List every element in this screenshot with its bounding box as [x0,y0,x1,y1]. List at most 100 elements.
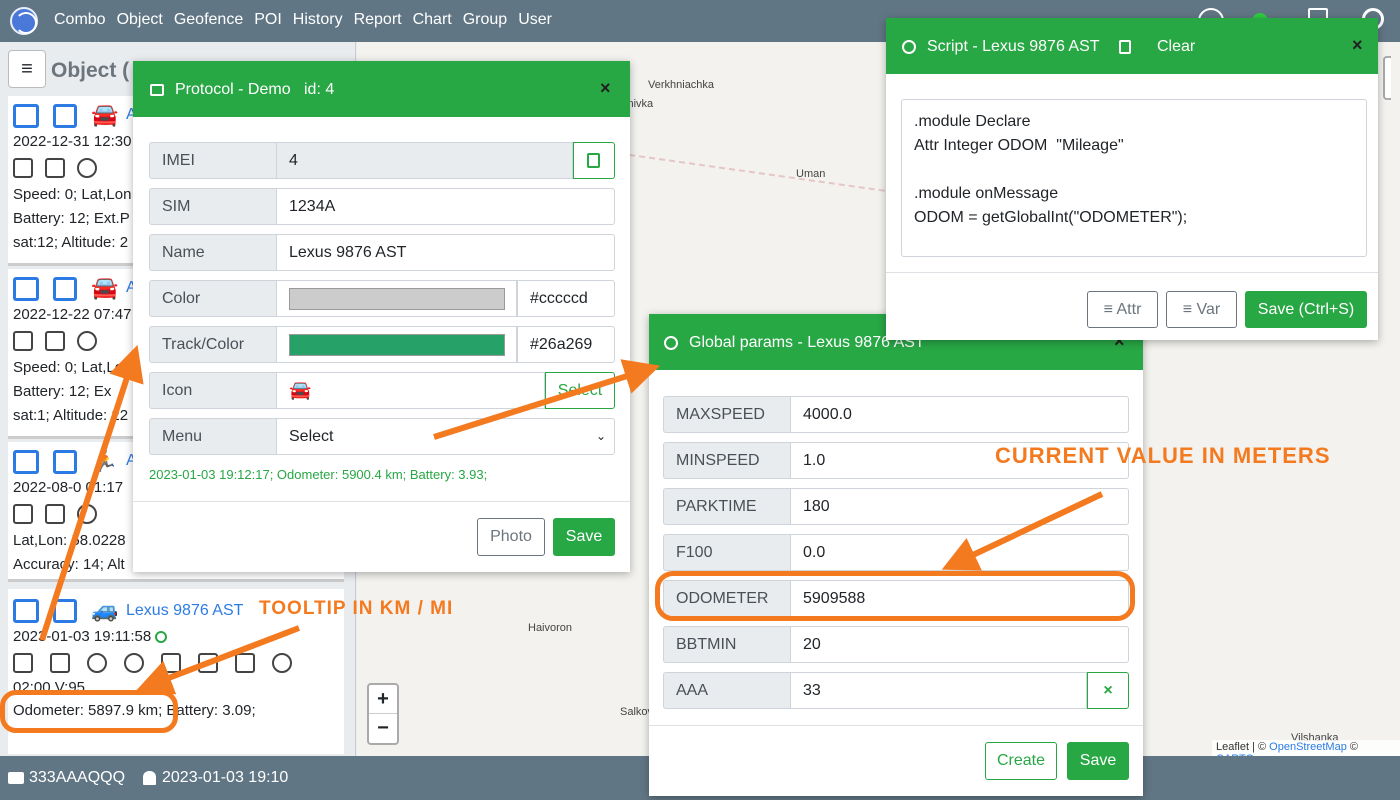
zoom-in-button[interactable]: + [369,685,397,714]
color-row: Color #cccccd [149,280,615,317]
protocol-title: Protocol - Demo [175,81,291,98]
info-icon[interactable] [13,653,33,673]
imei-field[interactable]: 4 [276,142,573,179]
copy-icon[interactable] [1119,40,1131,54]
close-icon[interactable]: × [600,78,611,99]
list-icon [150,84,164,96]
eye-icon[interactable] [77,331,97,351]
folder-icon [8,771,24,784]
list-icon[interactable] [235,653,255,673]
event-status[interactable]: 2023-01-03 19:10 [143,769,288,787]
copy-icon[interactable] [45,331,65,351]
color-swatch [289,288,505,310]
nav-group[interactable]: Group [463,11,507,29]
nav-geofence[interactable]: Geofence [174,11,243,29]
attr-button[interactable]: ≡ Attr [1087,291,1158,328]
close-icon: × [1103,682,1113,699]
protocol-save-button[interactable]: Save [553,518,615,556]
checkbox-icon[interactable] [53,104,77,128]
object-details: Battery: 12; Ext.P [13,210,130,227]
param-row: F100 0.0 [663,534,1129,571]
track-color-label: Track/Color [149,326,276,363]
checkbox-icon[interactable] [53,450,77,474]
object-timestamp: 2022-08-0 01:17 [13,479,124,496]
maxspeed-field[interactable]: 4000.0 [790,396,1129,433]
close-icon[interactable]: × [1352,35,1363,56]
photo-button[interactable]: Photo [477,518,545,556]
nav-poi[interactable]: POI [254,11,282,29]
object-details: Accuracy: 14; Alt [13,556,125,573]
checkbox-icon[interactable] [53,599,77,623]
script-editor[interactable]: .module Declare Attr Integer ODOM "Milea… [901,99,1367,257]
param-row: AAA 33 × [663,672,1129,709]
object-details: Speed: 0; Lat,Lon [13,186,132,203]
name-row: Name Lexus 9876 AST [149,234,615,271]
delete-param-button[interactable]: × [1087,672,1129,709]
route-icon[interactable] [124,653,144,673]
bbtmin-field[interactable]: 20 [790,626,1129,663]
edit-icon[interactable] [13,599,39,623]
hamburger-menu-button[interactable]: ≡ [8,50,46,88]
menu-label: Menu [149,418,276,455]
folder-status[interactable]: 333AAAQQQ [8,769,125,787]
nav-object[interactable]: Object [117,11,163,29]
document-icon[interactable] [198,653,218,673]
copy-icon[interactable] [45,504,65,524]
info-icon[interactable] [13,158,33,178]
copy-icon[interactable] [45,158,65,178]
global-save-button[interactable]: Save [1067,742,1129,780]
create-param-button[interactable]: Create [985,742,1057,780]
object-timestamp: 2023-01-03 19:11:58 [13,628,168,645]
menu-select[interactable]: Select ⌄ [276,418,615,455]
sim-row: SIM 1234A [149,188,615,225]
zoom-out-button[interactable]: − [369,714,397,743]
nav-chart[interactable]: Chart [413,11,452,29]
tooltip-annotation: TOOLTIP IN KM / MI [259,598,454,619]
eye-icon[interactable] [77,504,97,524]
main-menu: Combo Object Geofence POI History Report… [54,11,563,29]
color-hex-field[interactable]: #cccccd [517,280,615,317]
var-button[interactable]: ≡ Var [1166,291,1237,328]
select-icon-button[interactable]: Select [545,372,615,409]
imei-row: IMEI 4 [149,142,615,179]
sidebar-title: Object ( [51,59,130,82]
app-logo-icon[interactable] [10,7,38,35]
protocol-info: 2023-01-03 19:12:17; Odometer: 5900.4 km… [149,467,488,482]
copy-icon[interactable] [50,653,70,673]
parktime-field[interactable]: 180 [790,488,1129,525]
object-details: Battery: 12; Ex [13,383,112,400]
nav-user[interactable]: User [518,11,552,29]
script-save-button[interactable]: Save (Ctrl+S) [1245,291,1367,328]
bell-icon[interactable] [272,653,292,673]
map-icon[interactable] [161,653,181,673]
info-icon[interactable] [13,331,33,351]
track-color-hex-field[interactable]: #26a269 [517,326,615,363]
eye-icon[interactable] [87,653,107,673]
protocol-modal: Protocol - Demo id: 4 × IMEI 4 SIM 1234A… [133,61,630,572]
object-name-link[interactable]: Lexus 9876 AST [126,602,243,620]
name-field[interactable]: Lexus 9876 AST [276,234,615,271]
clear-button[interactable]: Clear [1157,38,1195,56]
color-picker[interactable] [276,280,517,317]
current-value-annotation: CURRENT VALUE IN METERS [995,443,1331,468]
car-icon: 🚘 [91,275,119,300]
eye-icon[interactable] [77,158,97,178]
edit-icon[interactable] [13,277,39,301]
f100-field[interactable]: 0.0 [790,534,1129,571]
edit-icon[interactable] [13,104,39,128]
sim-field[interactable]: 1234A [276,188,615,225]
copy-imei-button[interactable] [573,142,615,179]
nav-combo[interactable]: Combo [54,11,106,29]
script-modal: Script - Lexus 9876 AST Clear × .module … [886,18,1378,340]
info-icon[interactable] [13,504,33,524]
nav-report[interactable]: Report [354,11,402,29]
aaa-field[interactable]: 33 [790,672,1087,709]
map-label: Haivoron [528,622,573,634]
osm-link[interactable]: OpenStreetMap [1269,741,1347,753]
edit-icon[interactable] [13,450,39,474]
param-row: MAXSPEED 4000.0 [663,396,1129,433]
nav-history[interactable]: History [293,11,343,29]
checkbox-icon[interactable] [53,277,77,301]
track-color-picker[interactable] [276,326,517,363]
map-label: Verkhniachka [648,79,715,91]
